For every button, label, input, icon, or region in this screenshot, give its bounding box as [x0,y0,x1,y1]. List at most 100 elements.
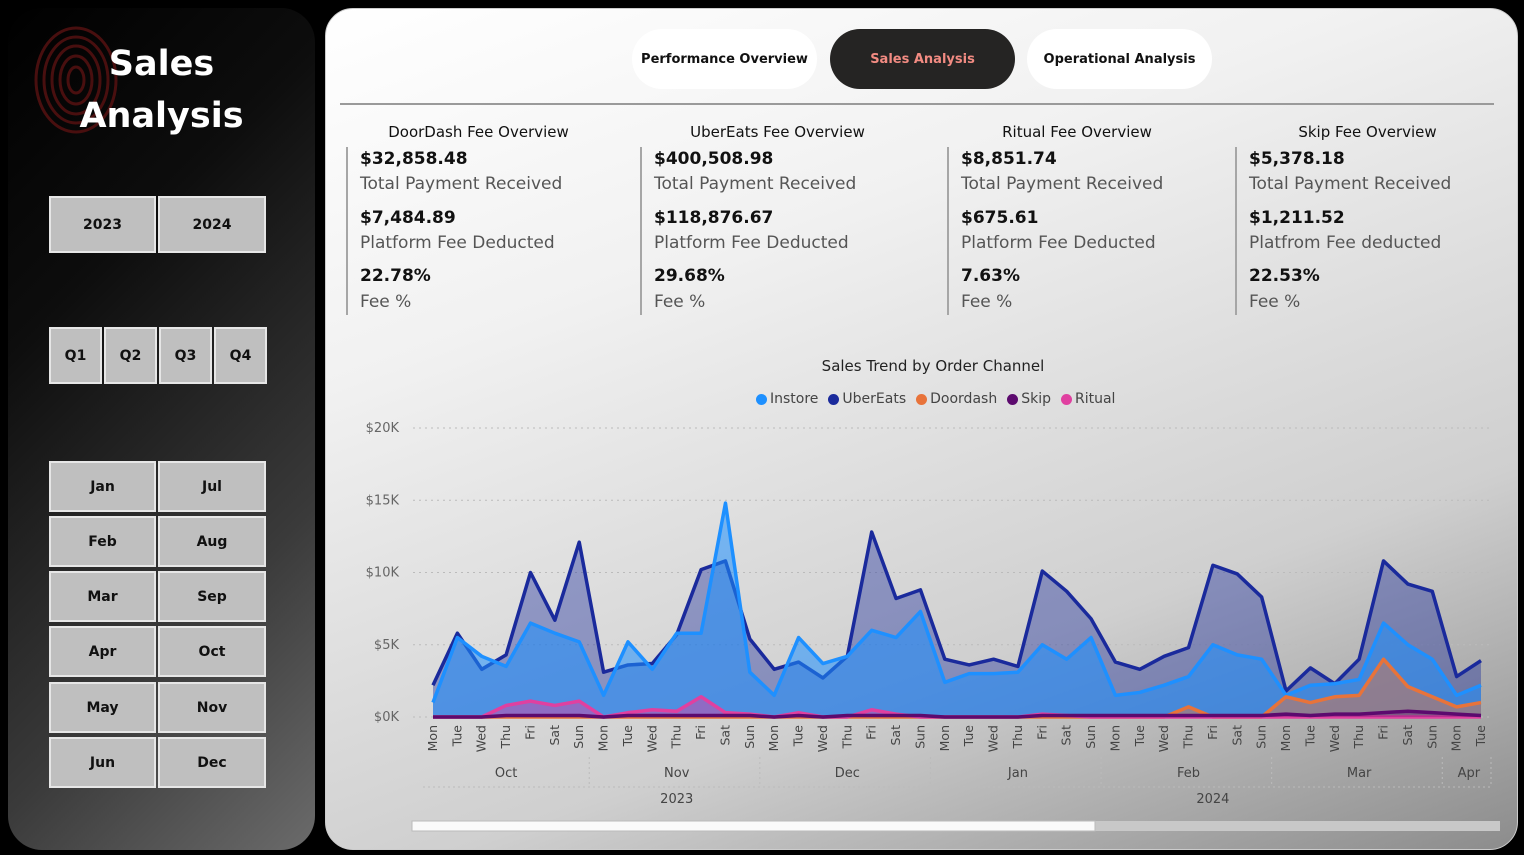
ritual-pct-label: Fee % [961,292,1013,312]
x-tick-label: Sun [1254,725,1269,749]
x-tick-label: Fri [864,725,879,740]
x-tick-label: Tue [620,725,635,748]
month-jan-button[interactable]: Jan [49,461,156,512]
doordash-fee-label: Platform Fee Deducted [360,233,555,253]
x-tick-label: Wed [986,725,1001,752]
x-tick-label: Wed [1327,725,1342,752]
quarter-q1-button[interactable]: Q1 [49,327,102,384]
year-2024-button[interactable]: 2024 [158,196,266,253]
quarter-q4-button[interactable]: Q4 [214,327,267,384]
doordash-payment-value: $32,858.48 [360,149,468,169]
legend-label: Skip [1021,391,1051,407]
x-tick-label: Sun [742,725,757,749]
y-tick-label: $0K [374,710,400,725]
operational-analysis-button[interactable]: Operational Analysis [1027,29,1212,89]
ritual-payment-value: $8,851.74 [961,149,1057,169]
year-2023-button[interactable]: 2023 [49,196,156,253]
month-may-button[interactable]: May [49,682,156,733]
legend-dot-icon [916,393,928,405]
month-sep-button[interactable]: Sep [158,571,266,622]
month-label: Jan [1007,766,1028,781]
x-tick-label: Thu [498,725,513,749]
x-tick-label: Fri [693,725,708,740]
skip-fee-card: $5,378.18 Total Payment Received $1,211.… [1235,147,1499,315]
legend-item-ubereats[interactable]: UberEats [828,391,906,407]
page-title: Sales Analysis [8,38,315,142]
legend-label: Ritual [1074,391,1116,407]
sales-analysis-button[interactable]: Sales Analysis [830,29,1015,89]
month-aug-button[interactable]: Aug [158,516,266,567]
ritual-fee-value: $675.61 [961,208,1039,228]
y-tick-label: $20K [366,421,400,436]
doordash-pct-label: Fee % [360,292,412,312]
month-label: Nov [664,766,690,781]
ritual-fee-card: $8,851.74 Total Payment Received $675.61… [947,147,1221,315]
quarter-q2-button[interactable]: Q2 [104,327,157,384]
x-tick-label: Mon [1278,725,1293,751]
month-label: Feb [1177,766,1200,781]
month-oct-button[interactable]: Oct [158,626,266,677]
x-tick-label: Thu [1181,725,1196,749]
legend-dot-icon [756,393,767,405]
legend-item-doordash[interactable]: Doordash [916,391,997,407]
month-label: Dec [835,766,860,781]
month-label: Apr [1458,766,1481,781]
x-tick-label: Sat [1229,725,1244,746]
chart-legend: Instore UberEats Doordash Skip Ritual [756,391,1115,407]
month-mar-button[interactable]: Mar [49,571,156,622]
ubereats-fee-value: $118,876.67 [654,208,774,228]
chart-title: Sales Trend by Order Channel [821,357,1045,375]
skip-payment-label: Total Payment Received [1249,174,1452,194]
month-jun-button[interactable]: Jun [49,737,156,788]
ritual-fee-title: Ritual Fee Overview [1002,123,1152,141]
x-tick-label: Sun [912,725,927,749]
month-label: Mar [1347,766,1372,781]
y-tick-label: $5K [374,638,400,653]
month-dec-button[interactable]: Dec [158,737,266,788]
ubereats-pct-label: Fee % [654,292,706,312]
ritual-fee-label: Platform Fee Deducted [961,233,1156,253]
x-tick-label: Sat [547,725,562,746]
month-nov-button[interactable]: Nov [158,682,266,733]
ubereats-fee-card: $400,508.98 Total Payment Received $118,… [640,147,924,315]
x-tick-label: Sat [888,725,903,746]
month-apr-button[interactable]: Apr [49,626,156,677]
header-divider [340,103,1494,105]
x-tick-label: Wed [474,725,489,752]
ubereats-payment-label: Total Payment Received [654,174,857,194]
x-tick-label: Sun [571,725,586,749]
skip-fee-label: Platfrom Fee deducted [1249,233,1442,253]
x-tick-label: Wed [1156,725,1171,752]
x-tick-label: Tue [1132,725,1147,748]
x-tick-label: Tue [961,725,976,748]
doordash-pct-value: 22.78% [360,266,431,286]
month-label: Oct [495,766,517,781]
legend-item-ritual[interactable]: Ritual [1060,391,1116,407]
x-tick-label: Sat [1400,725,1415,746]
doordash-fee-value: $7,484.89 [360,208,456,228]
x-tick-label: Sun [1083,725,1098,749]
legend-item-instore[interactable]: Instore [756,391,818,407]
x-tick-label: Thu [669,725,684,749]
ritual-payment-label: Total Payment Received [961,174,1164,194]
legend-item-skip[interactable]: Skip [1007,391,1051,407]
year-label: 2024 [1196,792,1229,807]
ubereats-pct-value: 29.68% [654,266,725,286]
skip-fee-value: $1,211.52 [1249,208,1345,228]
skip-pct-label: Fee % [1249,292,1301,312]
x-tick-label: Tue [449,725,464,748]
quarter-q3-button[interactable]: Q3 [159,327,212,384]
doordash-fee-title: DoorDash Fee Overview [388,123,569,141]
legend-label: Doordash [930,391,998,407]
x-tick-label: Mon [596,725,611,751]
x-tick-label: Fri [1205,725,1220,740]
performance-overview-button[interactable]: Performance Overview [632,29,817,89]
main-panel: Performance Overview Sales Analysis Oper… [325,8,1518,850]
x-tick-label: Mon [1107,725,1122,751]
month-jul-button[interactable]: Jul [158,461,266,512]
legend-dot-icon [828,393,840,405]
year-label: 2023 [660,792,693,807]
chart-scrollbar-thumb[interactable] [411,820,1096,832]
doordash-fee-card: $32,858.48 Total Payment Received $7,484… [346,147,620,315]
month-feb-button[interactable]: Feb [49,516,156,567]
